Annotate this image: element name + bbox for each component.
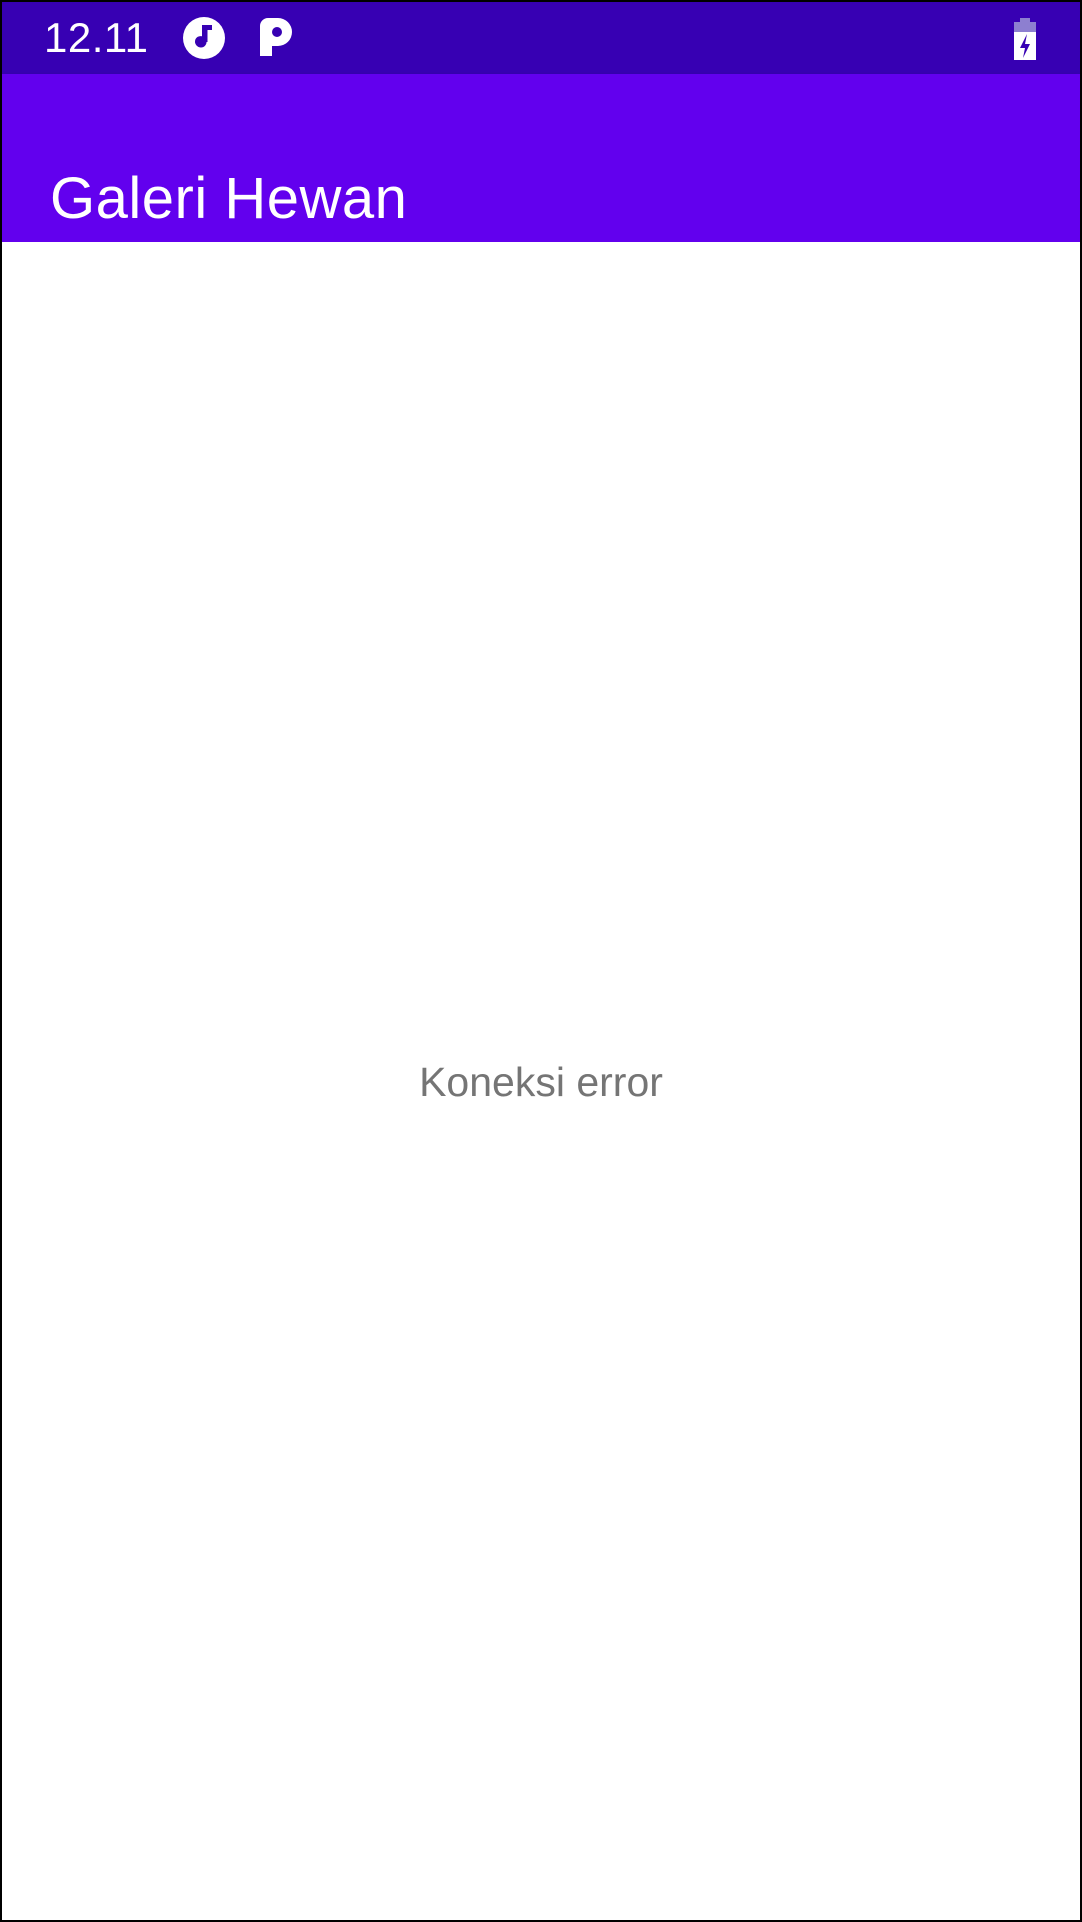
app-title: Galeri Hewan	[50, 165, 408, 231]
battery-charging-icon	[1014, 18, 1036, 60]
status-time: 12.11	[44, 14, 149, 61]
app-bar: Galeri Hewan	[2, 74, 1080, 242]
status-bar: 12.11	[2, 2, 1080, 74]
main-content: Koneksi error	[2, 242, 1080, 1920]
p-app-icon	[260, 18, 292, 56]
connection-error-message: Koneksi error	[419, 1059, 663, 1105]
phone-screen: 12.11 Galeri Hewan Koneksi error	[0, 0, 1082, 1922]
music-note-icon	[183, 17, 225, 59]
